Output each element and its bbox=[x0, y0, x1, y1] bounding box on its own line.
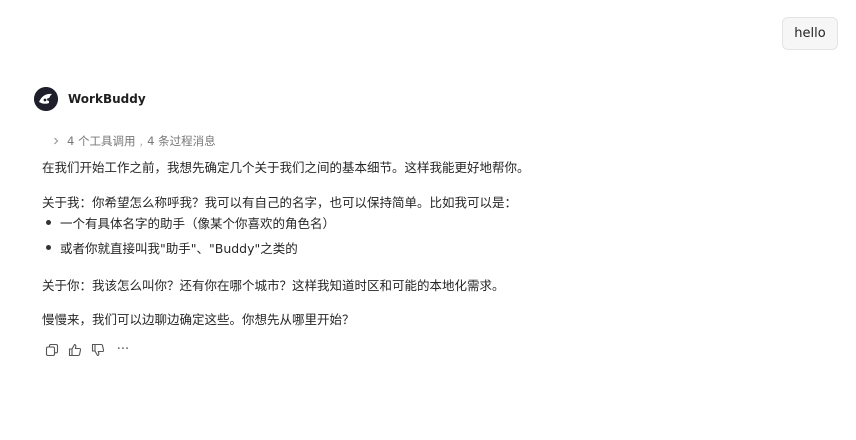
list-item: 一个有具体名字的助手（像某个你喜欢的角色名） bbox=[42, 213, 335, 232]
chevron-right-icon bbox=[50, 135, 62, 147]
reply-paragraph-3: 关于你：我该怎么叫你？还有你在哪个城市？这样我知道时区和可能的本地化需求。 bbox=[42, 278, 505, 293]
agent-name: WorkBuddy bbox=[68, 92, 146, 106]
tool-calls-count: 4 个工具调用 bbox=[67, 134, 136, 148]
user-message-text: hello bbox=[794, 26, 826, 41]
user-message-bubble: hello bbox=[782, 17, 838, 50]
list-item-text: 或者你就直接叫我"助手"、"Buddy"之类的 bbox=[60, 241, 298, 256]
more-icon[interactable]: ··· bbox=[113, 342, 133, 358]
process-summary-toggle[interactable]: 4 个工具调用 , 4 条过程消息 bbox=[50, 133, 216, 149]
list-item-text: 一个有具体名字的助手（像某个你喜欢的角色名） bbox=[60, 216, 336, 231]
reply-paragraph-2: 关于我：你希望怎么称呼我？我可以有自己的名字，也可以保持简单。比如我可以是： bbox=[42, 195, 518, 210]
message-actions: ··· bbox=[44, 342, 140, 358]
bullet-icon bbox=[46, 245, 51, 250]
process-messages-count: 4 条过程消息 bbox=[147, 134, 216, 148]
copy-icon[interactable] bbox=[44, 342, 60, 358]
reply-paragraph-4: 慢慢来，我们可以边聊边确定这些。你想先从哪里开始？ bbox=[42, 312, 355, 327]
thumbs-up-icon[interactable] bbox=[67, 342, 83, 358]
process-separator: , bbox=[139, 134, 144, 148]
chat-area: hello WorkBuddy 4 个工具调用 , 4 条过程消息 在我们开始工… bbox=[0, 0, 856, 440]
list-item: 或者你就直接叫我"助手"、"Buddy"之类的 bbox=[42, 238, 298, 257]
agent-header: WorkBuddy bbox=[34, 87, 146, 111]
bullet-icon bbox=[46, 220, 51, 225]
thumbs-down-icon[interactable] bbox=[90, 342, 106, 358]
agent-avatar bbox=[34, 87, 58, 111]
reply-paragraph-1: 在我们开始工作之前，我想先确定几个关于我们之间的基本细节。这样我能更好地帮你。 bbox=[42, 160, 530, 175]
